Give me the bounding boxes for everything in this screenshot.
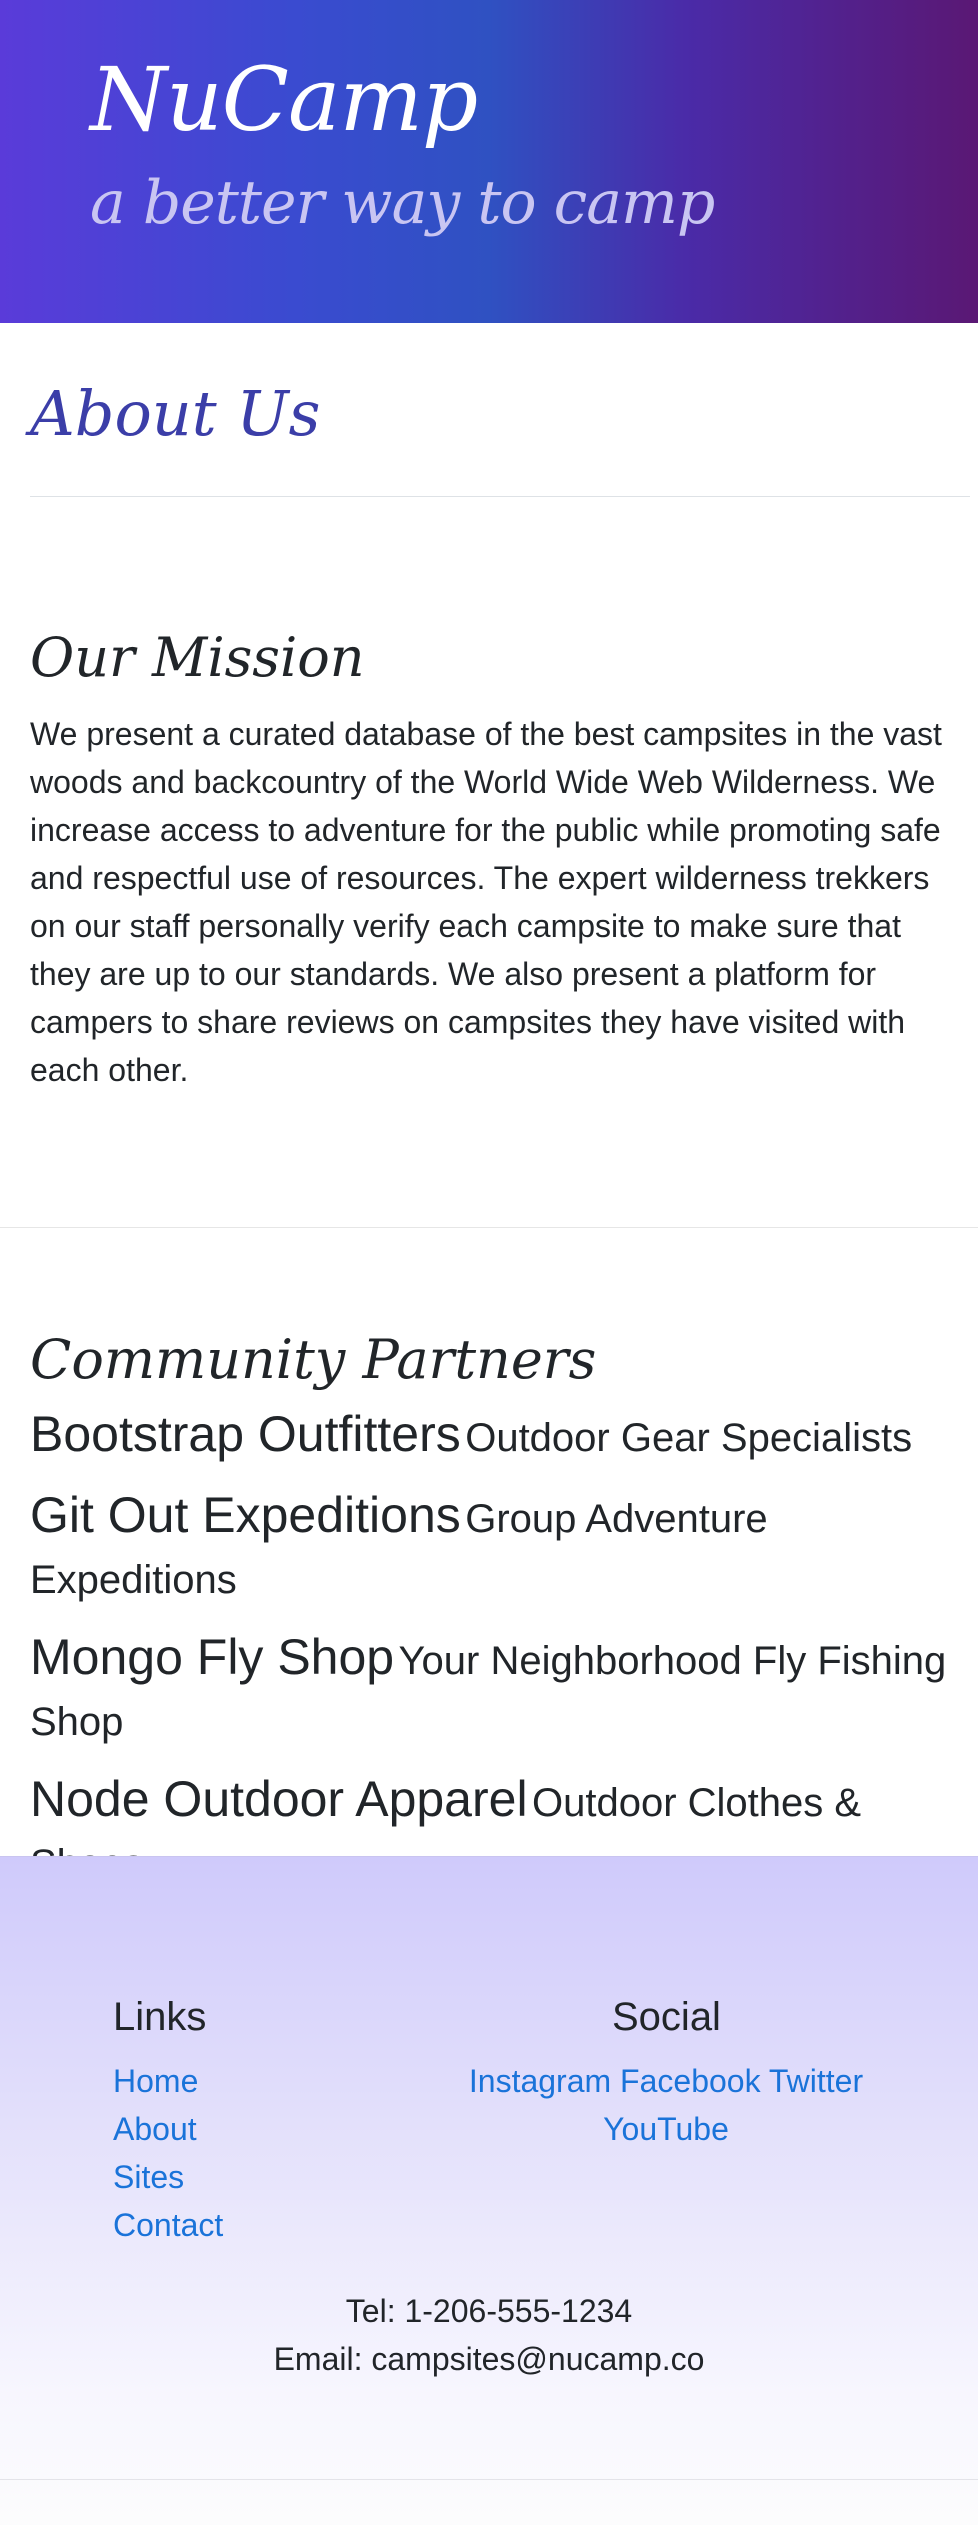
partner-description: Outdoor Gear Specialists xyxy=(465,1416,913,1460)
site-header: NuCamp a better way to camp xyxy=(0,0,978,323)
footer-link-sites[interactable]: Sites xyxy=(113,2159,184,2195)
section-divider xyxy=(0,1227,978,1228)
social-link-facebook[interactable]: Facebook xyxy=(620,2063,761,2099)
partner-name: Node Outdoor Apparel xyxy=(30,1771,528,1827)
footer-links-list: Home About Sites Contact xyxy=(113,2057,223,2249)
footer-links-title: Links xyxy=(113,1995,207,2039)
footer-link-home[interactable]: Home xyxy=(113,2063,198,2099)
footer-contact: Tel: 1-206-555-1234 Email: campsites@nuc… xyxy=(0,2287,978,2383)
contact-phone: Tel: 1-206-555-1234 xyxy=(345,2293,633,2329)
social-link-youtube[interactable]: YouTube xyxy=(603,2111,729,2147)
partner-item: Mongo Fly Shop Your Neighborhood Fly Fis… xyxy=(30,1631,970,1757)
title-divider xyxy=(30,496,970,497)
partner-name: Bootstrap Outfitters xyxy=(30,1406,461,1462)
partners-list: Bootstrap Outfitters Outdoor Gear Specia… xyxy=(30,1408,970,1915)
footer-social-title: Social xyxy=(612,1995,721,2039)
social-link-instagram[interactable]: Instagram xyxy=(469,2063,611,2099)
partner-item: Git Out Expeditions Group Adventure Expe… xyxy=(30,1489,970,1615)
footer-divider xyxy=(0,2479,978,2480)
mission-text: We present a curated database of the bes… xyxy=(30,716,942,1088)
footer-link-about[interactable]: About xyxy=(113,2111,197,2147)
footer-link-contact[interactable]: Contact xyxy=(113,2207,223,2243)
partner-item: Bootstrap Outfitters Outdoor Gear Specia… xyxy=(30,1408,970,1473)
footer-social-links: Instagram Facebook Twitter YouTube xyxy=(440,2057,892,2153)
mission-heading: Our Mission xyxy=(30,626,365,689)
partners-heading: Community Partners xyxy=(30,1328,597,1391)
page-title: About Us xyxy=(30,377,321,450)
brand-title: NuCamp xyxy=(90,48,478,151)
site-footer: Links Home About Sites Contact Social In… xyxy=(0,1856,978,2525)
partner-name: Git Out Expeditions xyxy=(30,1487,461,1543)
contact-email: Email: campsites@nucamp.co xyxy=(273,2341,705,2377)
brand-tagline: a better way to camp xyxy=(90,168,715,238)
social-link-twitter[interactable]: Twitter xyxy=(769,2063,863,2099)
partner-name: Mongo Fly Shop xyxy=(30,1629,395,1685)
